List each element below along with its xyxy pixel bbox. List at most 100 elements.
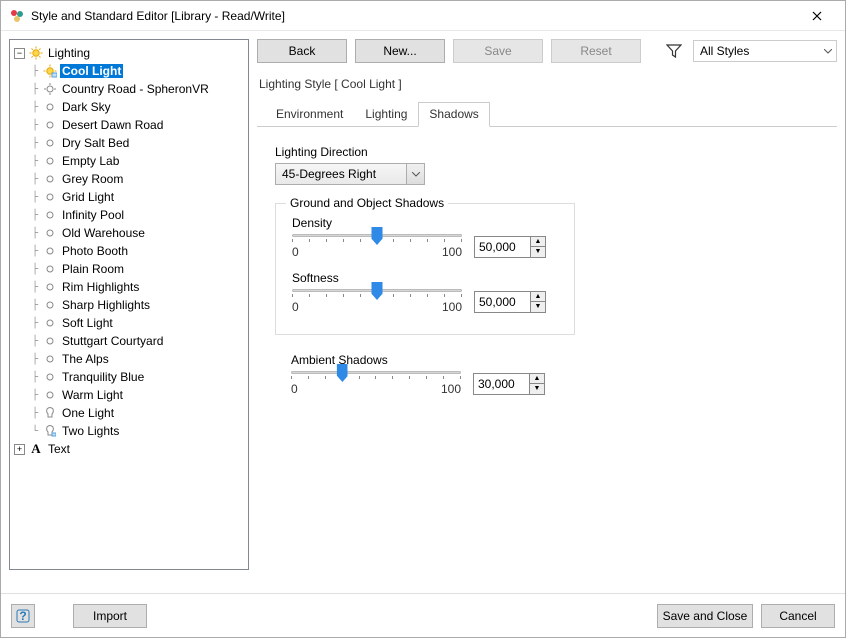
tree-item-label: Soft Light xyxy=(60,316,115,330)
tree-item-label: Dark Sky xyxy=(60,100,113,114)
tree-item-label: Country Road - SpheronVR xyxy=(60,82,211,96)
tree-item[interactable]: ├Grey Room xyxy=(12,170,246,188)
lighting-direction-value: 45-Degrees Right xyxy=(276,167,376,181)
cancel-button[interactable]: Cancel xyxy=(761,604,835,628)
spin-down-icon[interactable]: ▼ xyxy=(530,384,544,394)
spin-up-icon[interactable]: ▲ xyxy=(531,292,545,303)
softness-slider[interactable]: 0100 xyxy=(292,289,462,314)
tree-item[interactable]: ├The Alps xyxy=(12,350,246,368)
save-button[interactable]: Save xyxy=(453,39,543,63)
tree-item[interactable]: ├One Light xyxy=(12,404,246,422)
lighting-direction-select[interactable]: 45-Degrees Right xyxy=(275,163,425,185)
sun-icon xyxy=(43,154,57,168)
tree-item[interactable]: ├Tranquility Blue xyxy=(12,368,246,386)
help-button[interactable]: ? xyxy=(11,604,35,628)
sun-icon xyxy=(43,280,57,294)
tab-lighting[interactable]: Lighting xyxy=(354,102,418,127)
tree-item-label: Photo Booth xyxy=(60,244,130,258)
sun-icon xyxy=(43,190,57,204)
tree-item[interactable]: ├Country Road - SpheronVR xyxy=(12,80,246,98)
tab-shadows[interactable]: Shadows xyxy=(418,102,489,127)
density-spinner[interactable]: ▲▼ xyxy=(474,236,546,258)
tree-root-text[interactable]: + A Text xyxy=(12,440,246,458)
ambient-slider[interactable]: 0100 xyxy=(291,371,461,396)
tree-item[interactable]: ├Photo Booth xyxy=(12,242,246,260)
tree-root-lighting[interactable]: − Lighting xyxy=(12,44,246,62)
import-button[interactable]: Import xyxy=(73,604,147,628)
spin-up-icon[interactable]: ▲ xyxy=(530,374,544,385)
collapse-icon[interactable]: − xyxy=(14,48,25,59)
app-icon xyxy=(9,8,25,24)
new-button[interactable]: New... xyxy=(355,39,445,63)
tree-item-label: The Alps xyxy=(60,352,111,366)
softness-spinner[interactable]: ▲▼ xyxy=(474,291,546,313)
sun-icon xyxy=(43,118,57,132)
filter-icon[interactable] xyxy=(663,40,685,62)
ambient-block: Ambient Shadows 0100 ▲▼ xyxy=(275,353,575,396)
tree-item-label: One Light xyxy=(60,406,116,420)
sun-icon xyxy=(43,262,57,276)
tree-item[interactable]: ├Soft Light xyxy=(12,314,246,332)
softness-input[interactable] xyxy=(474,291,530,313)
slider-thumb[interactable] xyxy=(372,282,383,300)
sun-icon xyxy=(43,352,57,366)
style-tree[interactable]: − Lighting ├ Cool Light ├Country Road - … xyxy=(9,39,249,570)
ambient-input[interactable] xyxy=(473,373,529,395)
sun-icon xyxy=(43,136,57,150)
tree-item[interactable]: ├Plain Room xyxy=(12,260,246,278)
tree-item-label: Dry Salt Bed xyxy=(60,136,131,150)
slider-thumb[interactable] xyxy=(337,364,348,382)
tree-item-label: Stuttgart Courtyard xyxy=(60,334,165,348)
style-filter-select[interactable]: All Styles xyxy=(693,40,837,62)
tree-item-cool-light[interactable]: ├ Cool Light xyxy=(12,62,246,80)
density-slider[interactable]: 0100 xyxy=(292,234,462,259)
sun-icon xyxy=(43,334,57,348)
density-input[interactable] xyxy=(474,236,530,258)
spin-down-icon[interactable]: ▼ xyxy=(531,302,545,312)
tree-item[interactable]: ├Dry Salt Bed xyxy=(12,134,246,152)
spin-up-icon[interactable]: ▲ xyxy=(531,237,545,248)
tree-item[interactable]: ├Grid Light xyxy=(12,188,246,206)
title-bar: Style and Standard Editor [Library - Rea… xyxy=(1,1,845,31)
main-area: − Lighting ├ Cool Light ├Country Road - … xyxy=(1,31,845,578)
bulb-off-icon xyxy=(43,406,57,420)
chevron-down-icon xyxy=(824,49,832,54)
tree-item[interactable]: ├Warm Light xyxy=(12,386,246,404)
slider-thumb[interactable] xyxy=(372,227,383,245)
tree-item[interactable]: ├Empty Lab xyxy=(12,152,246,170)
tree-item-label: Warm Light xyxy=(60,388,125,402)
sun-icon xyxy=(43,298,57,312)
tab-environment[interactable]: Environment xyxy=(265,102,354,127)
tree-root-label: Text xyxy=(46,442,72,456)
footer-bar: ? Import Save and Close Cancel xyxy=(1,593,845,637)
sun-icon xyxy=(43,208,57,222)
tree-item-label: Tranquility Blue xyxy=(60,370,146,384)
chevron-down-icon xyxy=(406,164,424,184)
tree-item-label: Old Warehouse xyxy=(60,226,147,240)
expand-icon[interactable]: + xyxy=(14,444,25,455)
tree-item-label: Infinity Pool xyxy=(60,208,126,222)
window-title: Style and Standard Editor [Library - Rea… xyxy=(31,9,797,23)
back-button[interactable]: Back xyxy=(257,39,347,63)
editor-panel: Back New... Save Reset All Styles Lighti… xyxy=(257,39,837,570)
tree-item[interactable]: ├Stuttgart Courtyard xyxy=(12,332,246,350)
tree-item-label: Rim Highlights xyxy=(60,280,141,294)
save-and-close-button[interactable]: Save and Close xyxy=(657,604,753,628)
tree-item-label: Desert Dawn Road xyxy=(60,118,165,132)
spin-down-icon[interactable]: ▼ xyxy=(531,247,545,257)
tree-item[interactable]: └Two Lights xyxy=(12,422,246,440)
ambient-spinner[interactable]: ▲▼ xyxy=(473,373,545,395)
tree-item[interactable]: ├Old Warehouse xyxy=(12,224,246,242)
tree-item[interactable]: ├Sharp Highlights xyxy=(12,296,246,314)
reset-button[interactable]: Reset xyxy=(551,39,641,63)
tree-item-label: Plain Room xyxy=(60,262,126,276)
tree-item[interactable]: ├Dark Sky xyxy=(12,98,246,116)
tree-item[interactable]: ├Desert Dawn Road xyxy=(12,116,246,134)
tree-item[interactable]: ├Rim Highlights xyxy=(12,278,246,296)
lightbulb-on-icon xyxy=(43,64,57,78)
group-title: Ground and Object Shadows xyxy=(286,196,448,210)
close-button[interactable] xyxy=(797,2,837,30)
tree-item[interactable]: ├Infinity Pool xyxy=(12,206,246,224)
tree-root-label: Lighting xyxy=(46,46,92,60)
tab-content-shadows: Lighting Direction 45-Degrees Right Grou… xyxy=(257,127,837,396)
